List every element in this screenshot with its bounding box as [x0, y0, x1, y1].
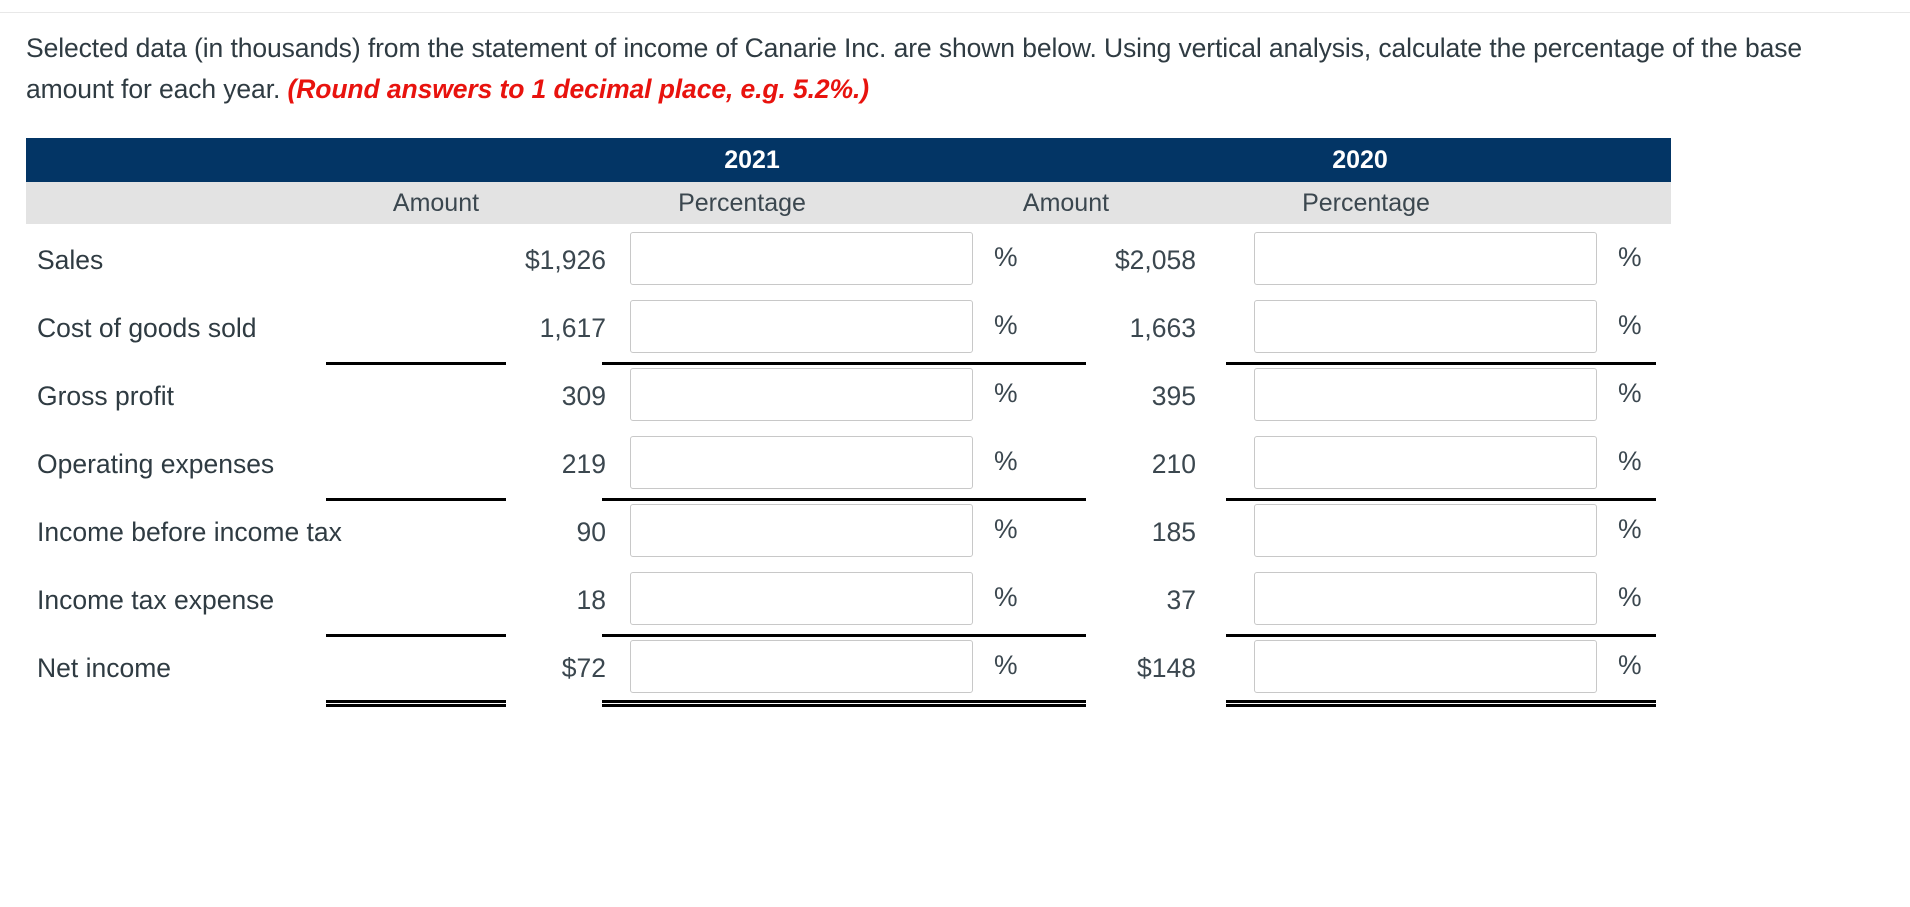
percentage-cell-2020: % [1226, 226, 1642, 294]
table-row: Income before income tax 90% 185% [26, 498, 1671, 566]
column-subheader-row: Amount Percentage Amount Percentage [26, 182, 1671, 224]
row-label: Income tax expense [37, 585, 275, 615]
amount-2021: 309 [561, 381, 606, 411]
amount-2020: 210 [1151, 449, 1196, 479]
percentage-cell-2020: % [1226, 294, 1642, 362]
percentage-input-2020[interactable] [1254, 436, 1597, 489]
percentage-cell-2020: % [1226, 566, 1642, 634]
year-header-2021: 2021 [724, 146, 780, 174]
subheader-amount-2020: Amount [1022, 189, 1110, 217]
amount-2020: 185 [1151, 517, 1196, 547]
table-row: Sales $1,926% $2,058% [26, 226, 1671, 294]
percent-sign-2020: % [1618, 310, 1642, 340]
row-label: Gross profit [37, 381, 174, 411]
year-header-2020: 2020 [1332, 146, 1388, 174]
subheader-percentage-2020: Percentage [1302, 189, 1430, 217]
table-row: Income tax expense 18% 37% [26, 566, 1671, 637]
subheader-percentage-2021: Percentage [678, 189, 806, 217]
amount-2020: $2,058 [1114, 245, 1196, 275]
top-divider [0, 12, 1910, 13]
percentage-cell-2020: % [1226, 634, 1642, 702]
percentage-cell-2020: % [1226, 362, 1642, 430]
amount-2020: 37 [1166, 585, 1196, 615]
amount-2021: 90 [576, 517, 606, 547]
amount-2021: 219 [561, 449, 606, 479]
percentage-input-2020[interactable] [1254, 572, 1597, 625]
total-double-rule [906, 700, 1086, 707]
total-double-rule [326, 700, 506, 707]
table-row: Gross profit 309% 395% [26, 362, 1671, 430]
percentage-cell-2020: % [1226, 498, 1642, 566]
percentage-input-2020[interactable] [1254, 640, 1597, 693]
amount-2021: $72 [561, 653, 606, 683]
amount-2021: $1,926 [524, 245, 606, 275]
table-body: Sales $1,926% $2,058% Cost of goods sold 1,6… [26, 224, 1671, 707]
percent-sign-2020: % [1618, 378, 1642, 408]
table-row: Net income $72% $148% [26, 634, 1671, 707]
table-row: Cost of goods sold 1,617% 1,663% [26, 294, 1671, 365]
percent-sign-2020: % [1618, 582, 1642, 612]
percentage-input-2020[interactable] [1254, 368, 1597, 421]
row-label: Net income [37, 653, 172, 683]
amount-2020: $148 [1137, 653, 1196, 683]
row-label: Cost of goods sold [37, 313, 257, 343]
vertical-analysis-table: 2021 2020 Amount Percentage Amount Perce… [26, 138, 1671, 707]
percent-sign-2020: % [1618, 514, 1642, 544]
row-label: Income before income tax [37, 517, 342, 547]
percent-sign-2020: % [1618, 446, 1642, 476]
year-header-row: 2021 2020 [26, 138, 1671, 182]
total-double-rule [1226, 700, 1656, 707]
percentage-input-2020[interactable] [1254, 300, 1597, 353]
row-label: Operating expenses [37, 449, 275, 479]
percent-sign-2020: % [1618, 650, 1642, 680]
amount-2021: 18 [576, 585, 606, 615]
amount-2020: 395 [1151, 381, 1196, 411]
percentage-input-2020[interactable] [1254, 232, 1597, 285]
table-row: Operating expenses 219% 210% [26, 430, 1671, 501]
amount-2020: 1,663 [1129, 313, 1196, 343]
percent-sign-2020: % [1618, 242, 1642, 272]
percentage-input-2020[interactable] [1254, 504, 1597, 557]
amount-2021: 1,617 [539, 313, 606, 343]
question-prompt: Selected data (in thousands) from the st… [26, 28, 1836, 110]
row-label: Sales [37, 245, 104, 275]
rounding-hint: (Round answers to 1 decimal place, e.g. … [287, 74, 870, 104]
subheader-amount-2021: Amount [392, 189, 480, 217]
exercise-page: Selected data (in thousands) from the st… [0, 0, 1910, 907]
percentage-cell-2020: % [1226, 430, 1642, 498]
